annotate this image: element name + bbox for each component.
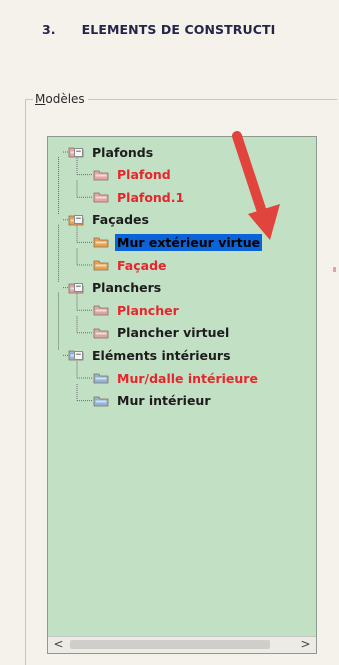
tree-node-label: Plafond.1 xyxy=(117,189,185,205)
tree-folder-node[interactable]: − Plafonds xyxy=(68,143,155,161)
ceiling-item-icon xyxy=(93,191,115,203)
ceiling-item-icon xyxy=(93,169,115,181)
facade-item-icon xyxy=(93,236,115,248)
tree-item-node[interactable]: Mur/dalle intérieure xyxy=(93,369,260,387)
interior-item-icon xyxy=(93,395,115,407)
tree-item-node[interactable]: Mur intérieur xyxy=(93,392,212,410)
tree-node-label: Plafonds xyxy=(92,144,154,160)
tree-node-label: Eléments intérieurs xyxy=(92,347,231,363)
tree-folder-node[interactable]: − Planchers xyxy=(68,279,163,297)
tree-node-label: Plancher xyxy=(117,302,179,318)
tree-item-node[interactable]: Façade xyxy=(93,256,169,274)
tree-item-node[interactable]: Plancher xyxy=(93,301,181,319)
tree-collapse-toggle[interactable]: − xyxy=(74,147,83,157)
facade-item-icon xyxy=(93,259,115,271)
floor-item-icon xyxy=(93,304,115,316)
tree-node-label: Façades xyxy=(92,212,149,228)
tree-folder-node[interactable]: − Façades xyxy=(68,211,151,229)
tree-item-node[interactable]: Plancher virtuel xyxy=(93,324,231,342)
scroll-right-button[interactable]: > xyxy=(297,637,314,653)
tree-node-label: Plafond xyxy=(117,167,171,183)
scroll-thumb[interactable] xyxy=(70,640,270,649)
section-number: 3. xyxy=(42,22,56,37)
tree-collapse-toggle[interactable]: − xyxy=(74,283,83,293)
tree-node-label: Mur intérieur xyxy=(117,393,211,409)
models-groupbox-label: Modèles xyxy=(33,92,88,106)
tree-item-node[interactable]: Mur extérieur virtue xyxy=(93,233,263,251)
interior-item-icon xyxy=(93,372,115,384)
tree-collapse-toggle[interactable]: − xyxy=(74,350,83,360)
tree-node-label: Planchers xyxy=(92,280,162,296)
models-label-mnemonic: M xyxy=(35,92,46,106)
tree-collapse-toggle[interactable]: − xyxy=(74,215,83,225)
tree-node-label: Mur/dalle intérieure xyxy=(117,370,258,386)
models-label-rest: odèles xyxy=(45,92,85,106)
floor-item-icon xyxy=(93,327,115,339)
section-title: ELEMENTS DE CONSTRUCTI xyxy=(81,22,276,37)
models-tree[interactable]: − Plafonds Plafond Plafond.1− Façades Mur ext… xyxy=(47,136,317,654)
scroll-left-button[interactable]: < xyxy=(50,637,67,653)
tree-item-node[interactable]: Plafond.1 xyxy=(93,188,186,206)
tree-folder-node[interactable]: − Eléments intérieurs xyxy=(68,346,233,364)
edge-artifact xyxy=(333,267,336,272)
tree-node-label: Plancher virtuel xyxy=(117,325,230,341)
tree-node-label: Mur extérieur virtue xyxy=(115,233,263,251)
section-heading: 3. ELEMENTS DE CONSTRUCTI xyxy=(42,22,275,37)
tree-node-label: Façade xyxy=(117,257,167,273)
tree-item-node[interactable]: Plafond xyxy=(93,166,173,184)
horizontal-scrollbar[interactable]: < > xyxy=(48,636,316,653)
